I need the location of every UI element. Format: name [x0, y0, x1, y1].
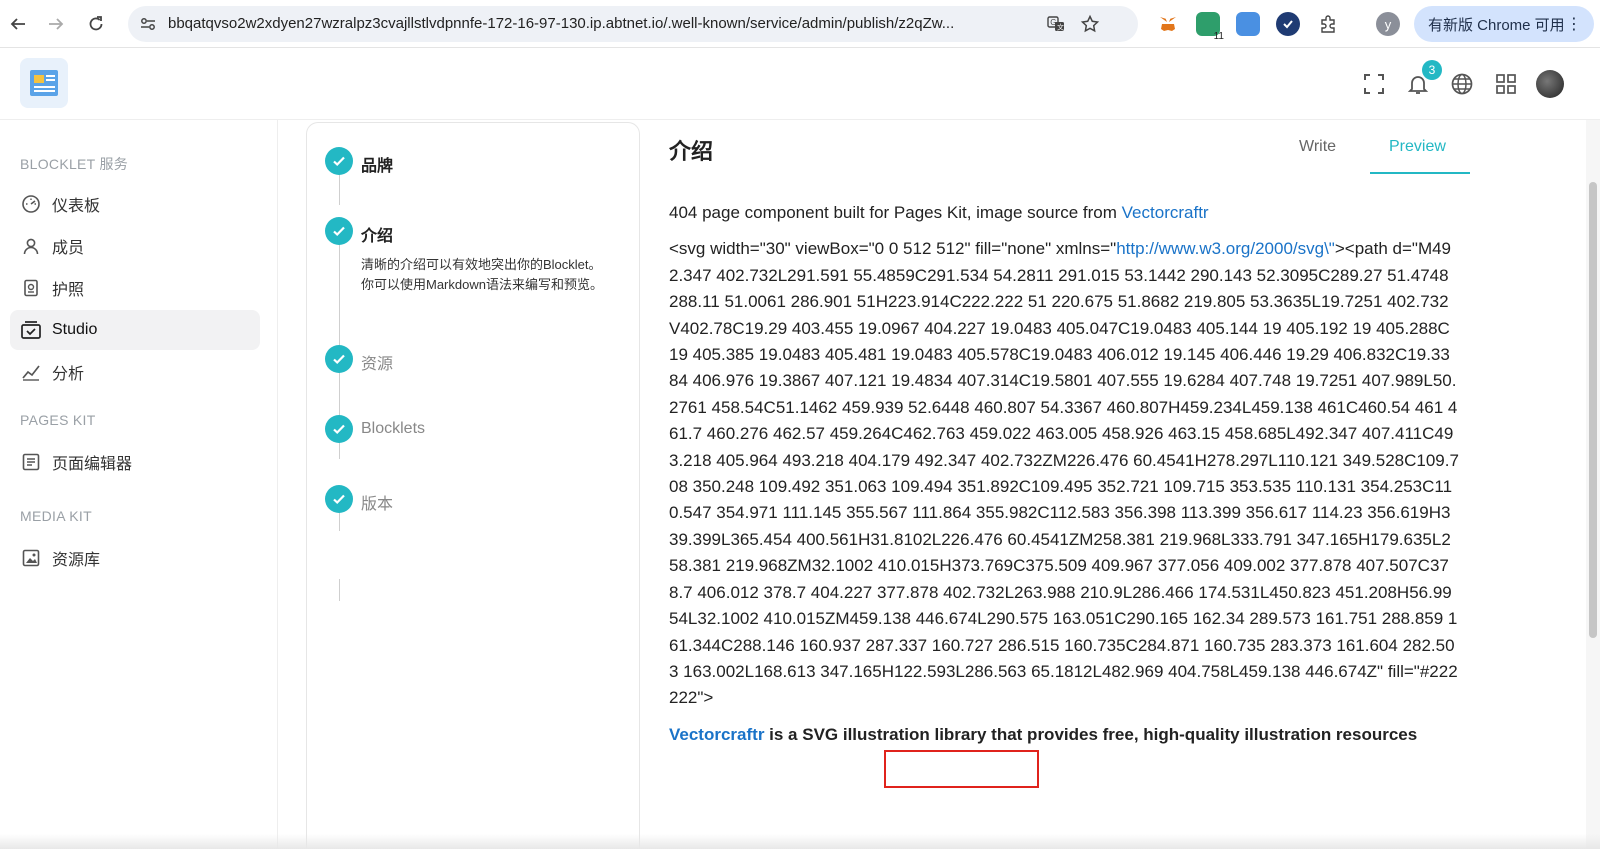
sidebar: BLOCKLET 服务 仪表板 成员 护照 Studio 分析 PAGES KI…: [0, 120, 278, 849]
check-icon: [325, 147, 353, 175]
sidebar-item-studio[interactable]: Studio: [10, 310, 260, 350]
sidebar-item-page-editor[interactable]: 页面编辑器: [10, 442, 260, 482]
sidebar-item-media-library[interactable]: 资源库: [10, 538, 260, 578]
sidebar-item-members[interactable]: 成员: [10, 226, 260, 266]
sidebar-item-analytics[interactable]: 分析: [10, 352, 260, 392]
sidebar-item-label: Studio: [52, 321, 98, 338]
step-connector: [339, 579, 340, 601]
extension-icon[interactable]: 11: [1196, 12, 1224, 42]
step-resources[interactable]: 资源: [325, 345, 393, 374]
apps-grid-icon[interactable]: [1492, 70, 1520, 98]
analytics-icon: [20, 361, 42, 383]
studio-icon: [20, 319, 42, 341]
notification-badge: 3: [1422, 60, 1442, 80]
vectorcraftr-footer-link[interactable]: Vectorcraftr: [669, 725, 764, 744]
more-vertical-icon: ⋮: [1566, 16, 1582, 33]
chrome-update-button[interactable]: 有新版 Chrome 可用 ⋮: [1414, 6, 1594, 42]
tab-preview[interactable]: Preview: [1389, 138, 1446, 156]
step-label: 版本: [361, 496, 394, 513]
sidebar-item-label: 护照: [52, 282, 85, 299]
check-icon: [325, 415, 353, 443]
markdown-preview: 404 page component built for Pages Kit, …: [669, 200, 1459, 758]
sidebar-item-label: 仪表板: [52, 198, 101, 215]
highlight-box: [884, 750, 1039, 788]
app-header: 3: [0, 48, 1600, 120]
extensions-puzzle-icon[interactable]: [1316, 12, 1340, 36]
step-description: 清晰的介绍可以有效地突出你的Blocklet。你可以使用Markdown语法来编…: [361, 257, 603, 292]
page-title: 介绍: [669, 139, 714, 164]
sidebar-item-label: 页面编辑器: [52, 456, 133, 473]
sidebar-item-label: 分析: [52, 366, 85, 383]
footer-paragraph: Vectorcraftr is a SVG illustration libra…: [669, 724, 1418, 744]
sidebar-item-passport[interactable]: 护照: [10, 268, 260, 308]
tab-write[interactable]: Write: [1299, 138, 1336, 156]
sidebar-item-dashboard[interactable]: 仪表板: [10, 184, 260, 224]
vectorcraftr-link[interactable]: Vectorcraftr: [1122, 203, 1209, 222]
app-logo[interactable]: [20, 58, 68, 108]
sidebar-section-title: MEDIA KIT: [20, 508, 92, 524]
profile-avatar[interactable]: y: [1376, 12, 1400, 36]
check-extension-icon[interactable]: [1276, 12, 1300, 36]
site-settings-icon[interactable]: [138, 14, 158, 34]
page-editor-icon: [20, 451, 42, 473]
dashboard-icon: [20, 193, 42, 215]
main-content: 介绍 Write Preview 404 page component buil…: [640, 120, 1588, 849]
user-avatar[interactable]: [1536, 70, 1564, 98]
step-version[interactable]: 版本: [325, 485, 393, 514]
step-label: 资源: [361, 356, 394, 373]
sidebar-item-label: 成员: [52, 240, 85, 257]
step-connector: [339, 173, 340, 205]
step-label: 介绍: [361, 228, 394, 245]
w3-svg-link[interactable]: http://www.w3.org/2000/svg\": [1116, 239, 1335, 258]
step-label: 品牌: [361, 158, 394, 175]
step-blocklets[interactable]: Blocklets: [325, 415, 425, 443]
translate-icon[interactable]: G文: [1046, 14, 1066, 34]
publish-stepper: 品牌 介绍 清晰的介绍可以有效地突出你的Blocklet。你可以使用Markdo…: [306, 122, 640, 849]
sidebar-item-label: 资源库: [52, 552, 101, 569]
check-icon: [325, 485, 353, 513]
passport-icon: [20, 277, 42, 299]
url-text[interactable]: bbqatqvso2w2xdyen27wzralpz3cvajllstlvdpn…: [168, 15, 1048, 32]
metamask-extension-icon[interactable]: [1156, 12, 1180, 36]
intro-paragraph: 404 page component built for Pages Kit, …: [669, 203, 1209, 222]
forward-icon[interactable]: [44, 12, 68, 36]
browser-toolbar: bbqatqvso2w2xdyen27wzralpz3cvajllstlvdpn…: [0, 0, 1600, 48]
reload-icon[interactable]: [84, 12, 108, 36]
media-library-icon: [20, 547, 42, 569]
check-icon: [325, 345, 353, 373]
scrollbar-thumb[interactable]: [1589, 182, 1597, 638]
user-icon: [20, 235, 42, 257]
sidebar-section-title: BLOCKLET 服务: [20, 156, 129, 172]
fullscreen-icon[interactable]: [1360, 70, 1388, 98]
step-label: Blocklets: [361, 420, 426, 437]
address-bar[interactable]: bbqatqvso2w2xdyen27wzralpz3cvajllstlvdpn…: [128, 6, 1138, 42]
svg-code-paragraph: <svg width="30" viewBox="0 0 512 512" fi…: [669, 239, 1459, 708]
window-extension-icon[interactable]: [1236, 12, 1260, 36]
check-icon: [325, 217, 353, 245]
step-brand[interactable]: 品牌: [325, 147, 393, 176]
active-tab-indicator: [1370, 172, 1470, 174]
svg-text:文: 文: [1057, 23, 1064, 32]
back-icon[interactable]: [6, 12, 30, 36]
bookmark-star-icon[interactable]: [1080, 14, 1100, 34]
language-globe-icon[interactable]: [1448, 70, 1476, 98]
sidebar-section-title: PAGES KIT: [20, 412, 96, 428]
step-intro[interactable]: 介绍: [325, 217, 393, 246]
